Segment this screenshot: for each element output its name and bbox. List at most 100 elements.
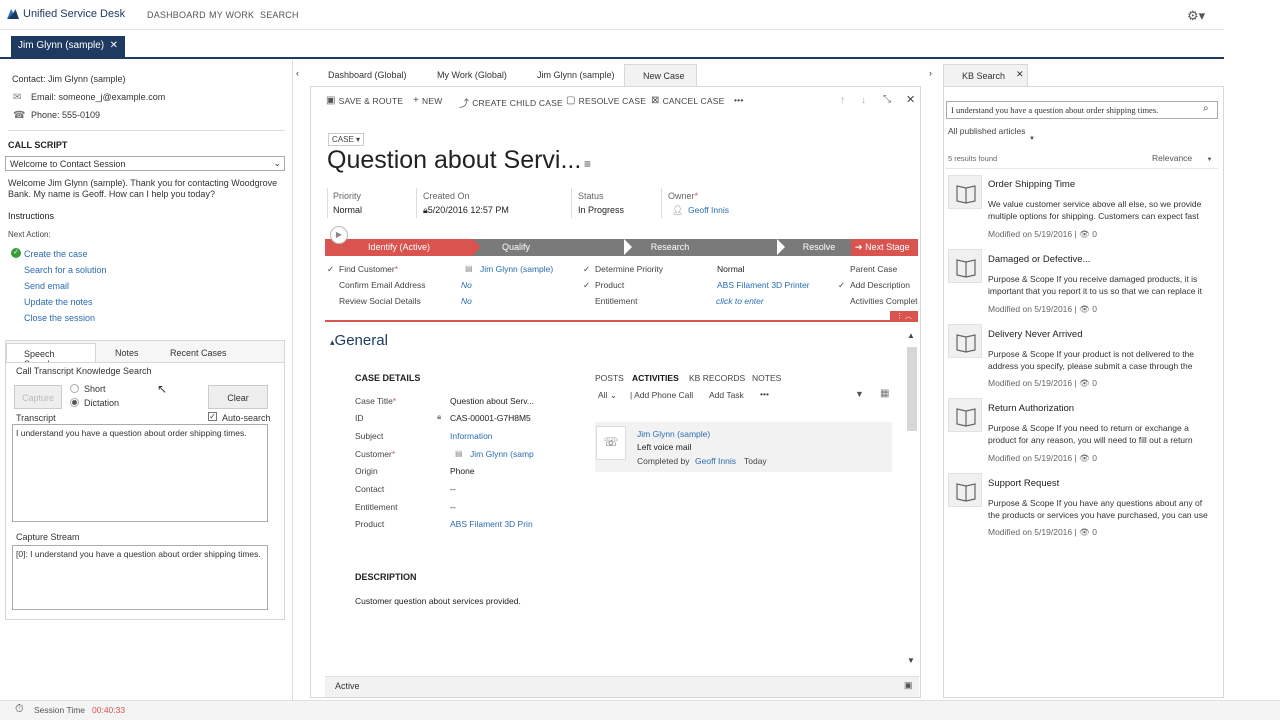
- kb-article-title[interactable]: Delivery Never Arrived: [988, 329, 1083, 340]
- add-phone-call-button[interactable]: | Add Phone Call: [630, 390, 693, 400]
- tab-jim-glynn[interactable]: Jim Glynn (sample): [527, 64, 625, 86]
- social-tab-notes[interactable]: NOTES: [752, 373, 781, 383]
- determine-priority-value[interactable]: Normal: [717, 264, 744, 274]
- action-create-case[interactable]: Create the case: [24, 249, 88, 259]
- description-field[interactable]: Customer question about services provide…: [355, 596, 521, 606]
- kb-article-title[interactable]: Damaged or Defective...: [988, 254, 1090, 265]
- product-value[interactable]: ABS Filament 3D Printer: [717, 280, 817, 290]
- activity-filter[interactable]: All ⌄: [598, 390, 617, 401]
- entitlement-value[interactable]: click to enter: [716, 296, 764, 306]
- capture-button[interactable]: Capture: [14, 385, 62, 409]
- more-activities-button[interactable]: •••: [760, 389, 769, 399]
- kb-article-title[interactable]: Return Authorization: [988, 403, 1074, 414]
- kb-article-modified: Modified on 5/19/2016 | 👁︎ 0: [988, 304, 1097, 314]
- radio-short[interactable]: [70, 384, 79, 393]
- search-icon[interactable]: ⌕: [1203, 103, 1209, 114]
- header-divider: [416, 188, 417, 218]
- add-task-button[interactable]: Add Task: [709, 390, 744, 400]
- contact-field[interactable]: --: [450, 484, 456, 494]
- arrow-up-icon[interactable]: ↑: [840, 95, 845, 106]
- app-logo[interactable]: Unified Service Desk: [7, 8, 125, 20]
- priority-value[interactable]: Normal: [333, 205, 362, 215]
- divider: [946, 168, 1218, 169]
- capture-stream-textarea[interactable]: [0]: I understand you have a question ab…: [12, 545, 268, 610]
- entity-selector[interactable]: CASE ▾: [328, 133, 365, 146]
- product-field[interactable]: ABS Filament 3D Prin: [450, 519, 536, 529]
- close-icon[interactable]: ✕: [1016, 69, 1024, 80]
- review-social-value[interactable]: No: [461, 296, 472, 306]
- owner-value[interactable]: Geoff Innis: [688, 205, 729, 215]
- social-tab-activities[interactable]: ACTIVITIES: [632, 373, 679, 383]
- scrollbar-thumb[interactable]: [907, 347, 917, 431]
- filter-icon[interactable]: ▼: [855, 389, 864, 399]
- new-button[interactable]: + NEW: [413, 95, 442, 106]
- action-close-session[interactable]: Close the session: [24, 313, 95, 323]
- settings-gear-icon[interactable]: ⚙▾: [1187, 8, 1205, 24]
- stage-identify[interactable]: Identify (Active): [325, 239, 473, 256]
- action-search-solution[interactable]: Search for a solution: [24, 265, 107, 275]
- action-send-email[interactable]: Send email: [24, 281, 69, 291]
- subject-field[interactable]: Information: [450, 431, 493, 441]
- resolve-case-button[interactable]: ▢ RESOLVE CASE: [566, 95, 646, 106]
- case-title-field[interactable]: Question about Serv...: [450, 396, 534, 406]
- next-stage-button[interactable]: ➔ Next Stage: [851, 239, 918, 256]
- tab-my-work-global[interactable]: My Work (Global): [427, 64, 517, 86]
- kb-article-title[interactable]: Support Request: [988, 478, 1059, 489]
- stage-research[interactable]: Research: [640, 239, 700, 256]
- process-timer-icon[interactable]: ▶: [330, 226, 348, 244]
- kb-scope-select[interactable]: All published articles: [948, 126, 1025, 136]
- session-tab-label: Jim Glynn (sample): [18, 40, 105, 51]
- confirm-email-value[interactable]: No: [461, 280, 472, 290]
- general-section-title[interactable]: ▴General: [330, 332, 388, 349]
- grid-view-icon[interactable]: ▦: [880, 388, 889, 399]
- process-field-label: Find Customer*: [339, 264, 398, 274]
- create-child-case-button[interactable]: ⤴ CREATE CHILD CASE: [459, 95, 563, 111]
- expand-right-icon[interactable]: ›: [929, 68, 932, 78]
- script-select[interactable]: Welcome to Contact Session ⌄: [5, 156, 285, 171]
- radio-dictation[interactable]: [70, 398, 79, 407]
- customer-field[interactable]: Jim Glynn (samp: [470, 449, 536, 459]
- scroll-down-icon[interactable]: ▼: [907, 656, 915, 665]
- nav-my-work[interactable]: MY WORK: [209, 10, 254, 20]
- more-commands-button[interactable]: •••: [734, 95, 744, 105]
- find-customer-value[interactable]: Jim Glynn (sample): [480, 264, 553, 274]
- entitlement-field[interactable]: --: [450, 502, 456, 512]
- clear-button[interactable]: Clear: [208, 385, 268, 409]
- nav-search[interactable]: SEARCH: [260, 10, 299, 20]
- activity-owner[interactable]: Geoff Innis: [695, 456, 736, 466]
- arrow-down-icon[interactable]: ↓: [861, 95, 866, 106]
- form-menu-icon[interactable]: ≡: [584, 157, 591, 171]
- determine-priority-label: Determine Priority: [595, 264, 664, 274]
- activity-name[interactable]: Jim Glynn (sample): [637, 429, 710, 439]
- social-tab-posts[interactable]: POSTS: [595, 373, 624, 383]
- action-update-notes[interactable]: Update the notes: [24, 297, 93, 307]
- cancel-case-button[interactable]: ⊠ CANCEL CASE: [651, 95, 724, 106]
- parent-case-label: Parent Case: [850, 264, 898, 274]
- social-tab-kb-records[interactable]: KB RECORDS: [689, 373, 745, 383]
- check-icon: ✓: [583, 280, 591, 290]
- stage-qualify[interactable]: Qualify: [485, 239, 547, 256]
- kb-sort-select[interactable]: Relevance ▼: [1152, 153, 1213, 163]
- collapse-left-icon[interactable]: ‹: [296, 68, 299, 78]
- kb-search-input[interactable]: I understand you have a question about o…: [946, 101, 1218, 119]
- kb-article-title[interactable]: Order Shipping Time: [988, 179, 1075, 190]
- stage-resolve[interactable]: Resolve: [795, 239, 843, 256]
- nav-dashboard[interactable]: DASHBOARD: [147, 10, 206, 20]
- tab-speech-search[interactable]: Speech Search: [6, 343, 96, 369]
- scroll-up-icon[interactable]: ▲: [907, 331, 915, 340]
- auto-search-checkbox[interactable]: ✓: [208, 412, 217, 421]
- tab-recent-cases[interactable]: Recent Cases: [160, 343, 237, 363]
- collapse-process-button[interactable]: ⋮ ︿: [890, 311, 918, 321]
- session-tab[interactable]: Jim Glynn (sample) ✕: [11, 36, 125, 57]
- transcript-textarea[interactable]: I understand you have a question about o…: [12, 424, 268, 522]
- save-icon[interactable]: ▣: [904, 680, 913, 691]
- tab-dashboard-global[interactable]: Dashboard (Global): [318, 64, 417, 86]
- save-route-button[interactable]: ▣ SAVE & ROUTE: [326, 95, 403, 106]
- expand-icon[interactable]: ⤡: [883, 94, 891, 105]
- close-form-icon[interactable]: ✕: [906, 93, 915, 106]
- tab-notes[interactable]: Notes: [105, 343, 149, 363]
- phone-call-icon: ☏: [596, 426, 626, 460]
- tab-new-case[interactable]: New Case: [624, 64, 697, 86]
- origin-field[interactable]: Phone: [450, 466, 475, 476]
- close-icon[interactable]: ✕: [110, 40, 118, 53]
